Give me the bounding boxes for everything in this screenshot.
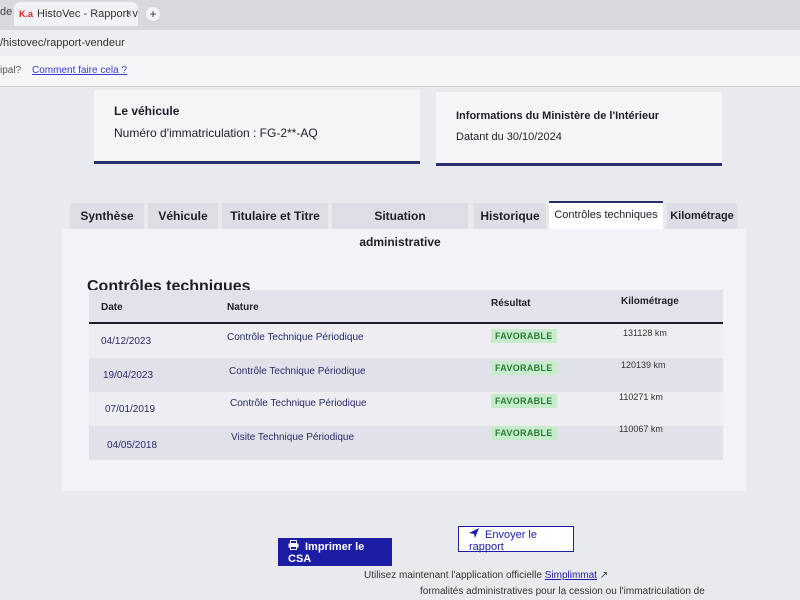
table-row: 19/04/2023 Contrôle Technique Périodique… — [89, 358, 723, 392]
new-tab-icon[interactable]: + — [146, 7, 160, 21]
registration-number: Numéro d'immatriculation : FG-2**-AQ — [114, 126, 318, 140]
status-badge: FAVORABLE — [491, 426, 557, 440]
header-nature: Nature — [227, 302, 259, 313]
row-km: 131128 km — [623, 328, 667, 338]
vehicle-card: Le véhicule Numéro d'immatriculation : F… — [94, 90, 420, 164]
footer-text: Utilisez maintenant l'application offici… — [364, 570, 608, 581]
url-text[interactable]: /histovec/rapport-vendeur — [0, 37, 125, 49]
browser-tab[interactable]: K.aHistoVec - Rapport vendeur × — [14, 2, 138, 26]
row-km: 110271 km — [619, 392, 663, 402]
ministry-card: Informations du Ministère de l'Intérieur… — [436, 92, 722, 166]
status-badge: FAVORABLE — [491, 394, 557, 408]
tab-situation[interactable]: Situation administrative — [332, 203, 468, 249]
help-link[interactable]: Comment faire cela ? — [32, 65, 127, 76]
print-label: Imprimer le CSA — [288, 540, 365, 565]
simplimmat-link[interactable]: Simplimmat — [545, 570, 597, 581]
tab-vehicule[interactable]: Véhicule — [148, 203, 218, 229]
browser-tab-title: HistoVec - Rapport vendeur — [37, 8, 138, 20]
send-report-button[interactable]: Envoyer le rapport — [458, 526, 574, 553]
row-nature: Visite Technique Périodique — [231, 432, 355, 443]
print-csa-button[interactable]: Imprimer le CSA — [278, 538, 392, 566]
tab-kilometrage[interactable]: Kilométrage — [667, 203, 737, 229]
controls-table: Date Nature Résultat Kilométrage 04/12/2… — [89, 290, 723, 460]
browser-tab-strip: de K.aHistoVec - Rapport vendeur × + — [0, 0, 800, 30]
row-nature: Contrôle Technique Périodique — [227, 332, 364, 343]
row-date: 04/12/2023 — [101, 336, 152, 347]
partial-tab[interactable]: de — [0, 6, 12, 18]
favicon-icon: K.a — [19, 9, 34, 19]
row-date: 07/01/2019 — [105, 404, 156, 415]
status-badge: FAVORABLE — [491, 361, 557, 375]
send-label: Envoyer le rapport — [469, 529, 537, 553]
external-link-icon: ↗ — [599, 570, 609, 581]
row-nature: Contrôle Technique Périodique — [229, 366, 366, 377]
tab-controles-techniques[interactable]: Contrôles techniques — [549, 201, 663, 229]
header-result: Résultat — [491, 298, 531, 309]
table-row: 07/01/2019 Contrôle Technique Périodique… — [89, 392, 723, 426]
row-km: 120139 km — [621, 360, 666, 370]
vehicle-card-title: Le véhicule — [114, 104, 180, 118]
ministry-card-title: Informations du Ministère de l'Intérieur — [456, 110, 660, 122]
ministry-date: Datant du 30/10/2024 — [456, 131, 562, 143]
footer-line2: formalités administratives pour la cessi… — [420, 586, 705, 597]
printer-icon — [288, 539, 299, 553]
table-header: Date Nature Résultat Kilométrage — [89, 290, 723, 324]
hint-bar: ipal? Comment faire cela ? — [0, 56, 800, 87]
tab-historique[interactable]: Historique — [474, 203, 546, 229]
row-km: 110067 km — [619, 424, 663, 434]
tab-titulaire[interactable]: Titulaire et Titre — [222, 203, 328, 229]
table-row: 04/12/2023 Contrôle Technique Périodique… — [89, 324, 723, 358]
row-nature: Contrôle Technique Périodique — [230, 398, 367, 409]
hint-text: ipal? — [0, 65, 22, 76]
close-icon[interactable]: × — [126, 2, 132, 26]
tab-synthese[interactable]: Synthèse — [70, 203, 144, 229]
table-row: 04/05/2018 Visite Technique Périodique F… — [89, 424, 723, 460]
status-badge: FAVORABLE — [491, 329, 557, 343]
send-icon — [469, 528, 479, 541]
row-date: 04/05/2018 — [107, 440, 158, 451]
address-bar[interactable]: /histovec/rapport-vendeur — [0, 30, 800, 56]
header-km: Kilométrage — [621, 296, 679, 307]
footer-line1: Utilisez maintenant l'application offici… — [364, 570, 542, 581]
header-date: Date — [101, 302, 123, 313]
row-date: 19/04/2023 — [103, 370, 154, 381]
